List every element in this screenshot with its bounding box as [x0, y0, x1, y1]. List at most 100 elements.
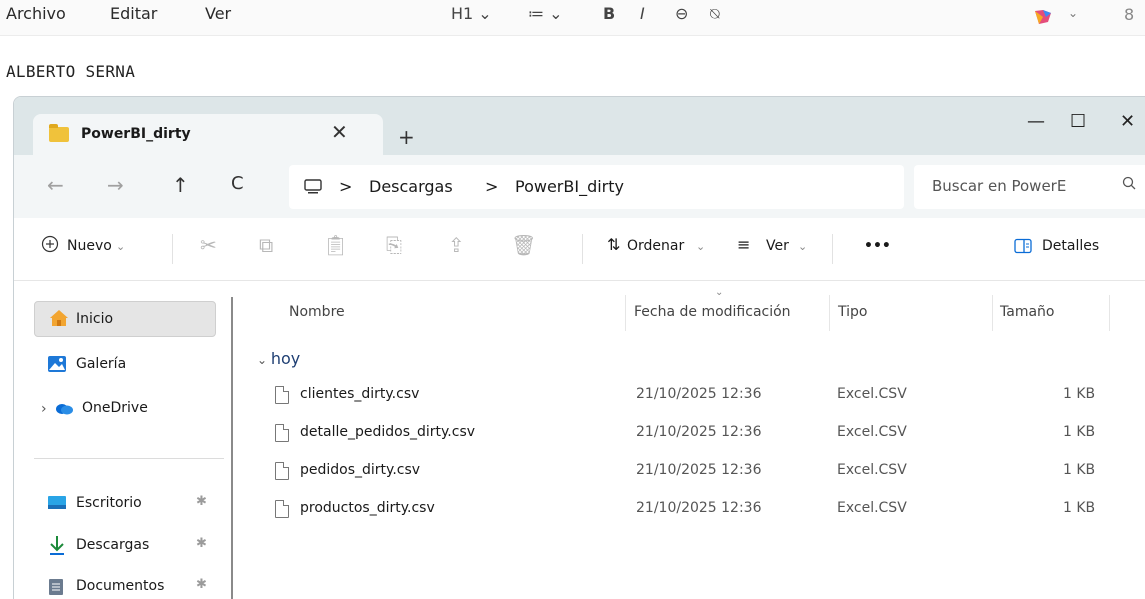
table-row[interactable]: productos_dirty.csv 21/10/2025 12:36 Exc… — [232, 493, 1145, 531]
copy-icon[interactable]: ⧉ — [259, 233, 273, 257]
command-bar: Nuevo ⌄ ✂ ⧉ 📋︎ ⎘ ⇪ 🗑︎ ⇅ Ordenar ⌄ ≡ Ver … — [14, 218, 1145, 281]
sort-icon[interactable]: ⇅ — [607, 235, 620, 254]
new-button[interactable]: Nuevo — [67, 238, 112, 254]
file-icon — [275, 500, 289, 518]
search-icon[interactable] — [1122, 175, 1136, 194]
sidebar-item-label: Descargas — [76, 537, 150, 553]
chevron-down-icon[interactable]: ⌄ — [1068, 6, 1078, 20]
heading-button[interactable]: H1 ⌄ — [451, 4, 492, 23]
table-row[interactable]: pedidos_dirty.csv 21/10/2025 12:36 Excel… — [232, 455, 1145, 493]
editor-menubar: Archivo Editar Ver H1 ⌄ ≔ ⌄ B I ⊖ ⍉ ⌄ 8 — [0, 0, 1145, 36]
bold-button[interactable]: B — [603, 4, 615, 23]
sidebar-item-descargas[interactable]: Descargas ✱ — [34, 528, 216, 564]
column-header-tamano[interactable]: Tamaño — [1000, 304, 1054, 320]
file-type: Excel.CSV — [837, 424, 907, 440]
group-header[interactable]: ⌄ hoy — [257, 349, 300, 368]
column-divider[interactable] — [829, 295, 830, 331]
new-tab-button[interactable]: + — [398, 125, 415, 149]
close-tab-icon[interactable]: ✕ — [331, 120, 348, 144]
breadcrumb-powerbi-dirty[interactable]: PowerBI_dirty — [515, 177, 624, 196]
documents-icon — [48, 578, 66, 596]
file-size: 1 KB — [1063, 386, 1096, 402]
minimize-button[interactable]: — — [1027, 111, 1045, 132]
table-row[interactable]: detalle_pedidos_dirty.csv 21/10/2025 12:… — [232, 417, 1145, 455]
chevron-down-icon: ⌄ — [257, 353, 271, 367]
refresh-button[interactable]: C — [231, 173, 244, 194]
sidebar-item-label: Documentos — [76, 578, 165, 594]
file-name: detalle_pedidos_dirty.csv — [300, 424, 476, 440]
paste-icon[interactable]: 📋︎ — [323, 233, 348, 257]
cut-icon[interactable]: ✂ — [200, 233, 217, 257]
forward-button[interactable]: → — [107, 173, 124, 197]
sort-indicator-icon: ⌄ — [715, 287, 724, 298]
table-row[interactable]: clientes_dirty.csv 21/10/2025 12:36 Exce… — [232, 379, 1145, 417]
plus-circle-icon[interactable] — [41, 235, 59, 257]
list-button[interactable]: ≔ ⌄ — [528, 4, 563, 23]
clear-format-icon[interactable]: ⍉ — [710, 4, 720, 24]
pin-icon[interactable]: ✱ — [196, 494, 207, 509]
search-placeholder: Buscar en PowerE — [932, 177, 1067, 195]
file-list: Nombre ⌄ Fecha de modificación Tipo Tama… — [232, 281, 1145, 599]
file-type: Excel.CSV — [837, 500, 907, 516]
sidebar-item-onedrive[interactable]: OneDrive — [34, 391, 216, 427]
file-date: 21/10/2025 12:36 — [636, 386, 762, 402]
back-button[interactable]: ← — [47, 173, 64, 197]
up-button[interactable]: ↑ — [172, 173, 189, 197]
chevron-down-icon[interactable]: ⌄ — [696, 240, 705, 253]
file-size: 1 KB — [1063, 500, 1096, 516]
tab-powerbi-dirty[interactable]: PowerBI_dirty ✕ — [33, 114, 383, 156]
column-divider[interactable] — [992, 295, 993, 331]
file-date: 21/10/2025 12:36 — [636, 424, 762, 440]
breadcrumb-separator[interactable]: > — [485, 177, 498, 196]
link-icon[interactable]: ⊖ — [675, 4, 688, 23]
chevron-down-icon[interactable]: ⌄ — [116, 240, 125, 253]
file-name: productos_dirty.csv — [300, 500, 435, 516]
breadcrumb[interactable]: > Descargas > PowerBI_dirty — [289, 165, 904, 209]
document-text[interactable]: ALBERTO SERNA — [6, 62, 135, 81]
sidebar-item-documentos[interactable]: Documentos ✱ — [34, 569, 216, 599]
breadcrumb-separator[interactable]: > — [339, 177, 352, 196]
avatar[interactable]: 8 — [1124, 5, 1134, 24]
sidebar-item-galeria[interactable]: Galería — [34, 347, 216, 383]
menu-editar[interactable]: Editar — [110, 4, 157, 23]
share-icon[interactable]: ⇪ — [448, 233, 465, 257]
column-header-tipo[interactable]: Tipo — [838, 304, 867, 320]
close-window-button[interactable]: ✕ — [1120, 111, 1135, 132]
folder-icon — [49, 124, 69, 142]
file-icon — [275, 424, 289, 442]
details-pane-icon[interactable] — [1014, 238, 1032, 258]
gallery-icon — [47, 355, 66, 373]
breadcrumb-descargas[interactable]: Descargas — [369, 177, 453, 196]
column-divider[interactable] — [1109, 295, 1110, 331]
rename-icon[interactable]: ⎘ — [386, 233, 402, 257]
tab-label: PowerBI_dirty — [81, 126, 191, 142]
this-pc-icon[interactable] — [303, 177, 323, 201]
file-type: Excel.CSV — [837, 386, 907, 402]
titlebar: PowerBI_dirty ✕ + — ☐ ✕ — [14, 97, 1145, 156]
column-header-fecha[interactable]: Fecha de modificación — [634, 304, 791, 320]
italic-button[interactable]: I — [640, 4, 645, 23]
sidebar-item-inicio[interactable]: Inicio — [34, 301, 216, 337]
more-options-button[interactable]: ••• — [864, 238, 891, 254]
file-type: Excel.CSV — [837, 462, 907, 478]
chevron-down-icon[interactable]: ⌄ — [798, 240, 807, 253]
maximize-button[interactable]: ☐ — [1070, 111, 1086, 132]
search-field[interactable]: Buscar en PowerE — [914, 165, 1145, 209]
column-header-nombre[interactable]: Nombre — [289, 304, 345, 320]
menu-archivo[interactable]: Archivo — [6, 4, 66, 23]
sidebar-item-escritorio[interactable]: Escritorio ✱ — [34, 486, 216, 522]
pin-icon[interactable]: ✱ — [196, 577, 207, 592]
file-name: pedidos_dirty.csv — [300, 462, 421, 478]
address-bar: ← → ↑ C > Descargas > PowerBI_dirty Busc… — [14, 155, 1145, 218]
group-label: hoy — [270, 349, 301, 368]
view-button[interactable]: Ver — [766, 238, 789, 254]
menu-ver[interactable]: Ver — [205, 4, 231, 23]
delete-icon[interactable]: 🗑︎ — [511, 233, 536, 257]
sidebar-item-label: Galería — [76, 356, 127, 372]
sort-button[interactable]: Ordenar — [627, 238, 684, 254]
column-divider[interactable] — [625, 295, 626, 331]
view-icon[interactable]: ≡ — [737, 235, 750, 254]
details-button[interactable]: Detalles — [1042, 238, 1099, 254]
pin-icon[interactable]: ✱ — [196, 536, 207, 551]
copilot-icon[interactable] — [1032, 8, 1054, 26]
